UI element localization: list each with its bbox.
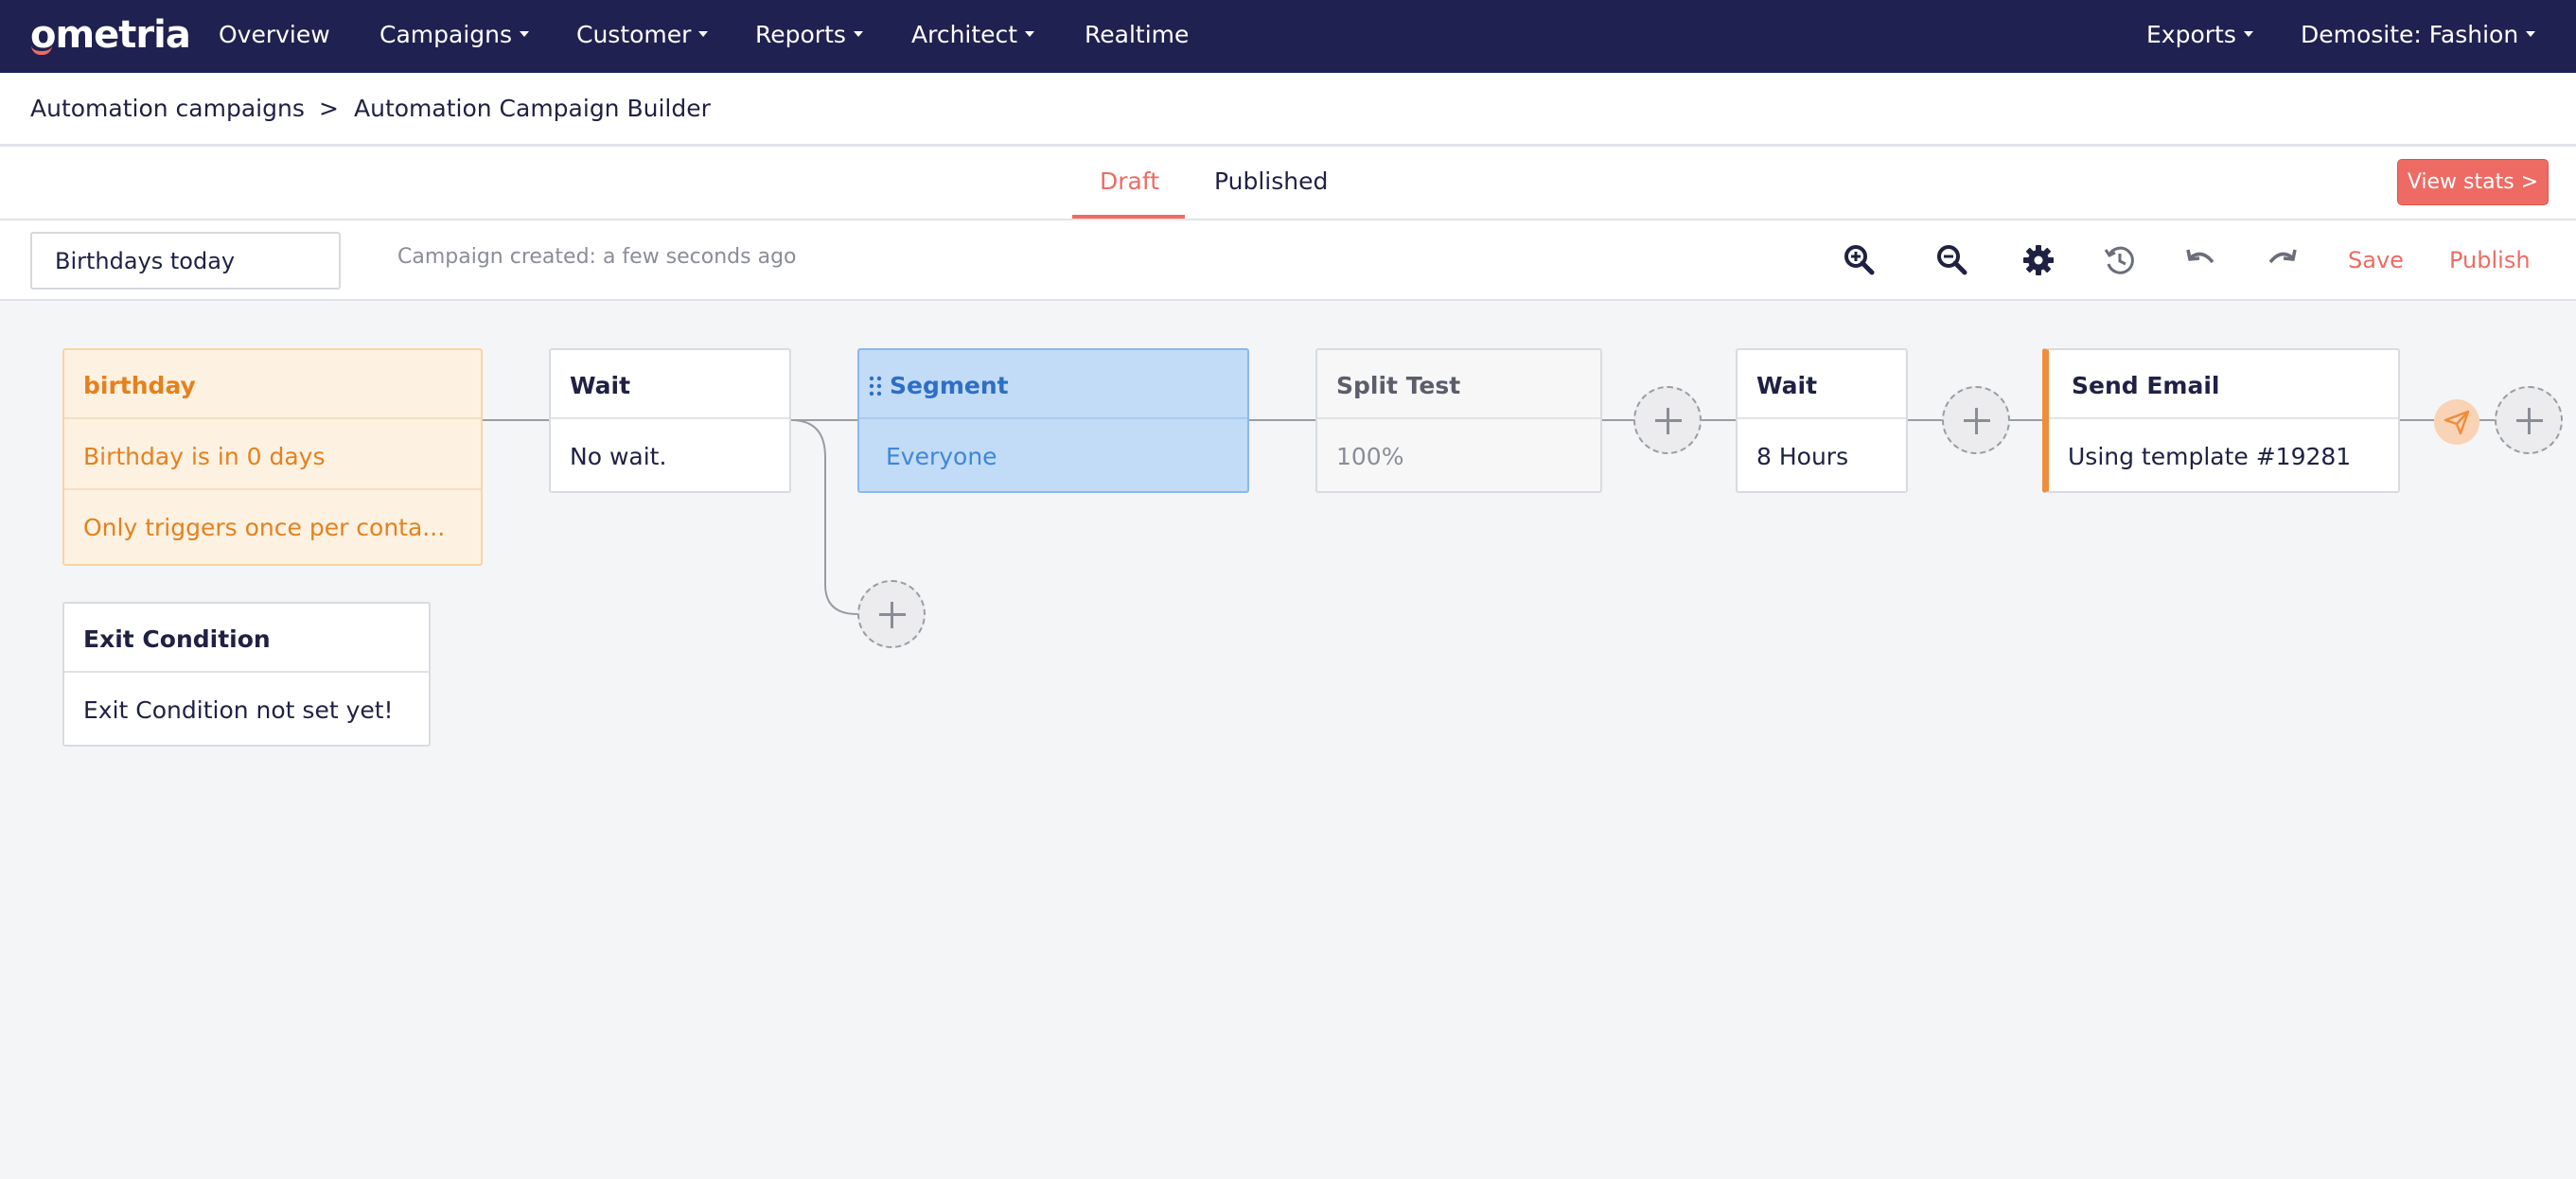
nav-overview[interactable]: Overview [219, 21, 330, 48]
active-tab-indicator [1072, 215, 1185, 219]
save-button[interactable]: Save [2348, 247, 2404, 273]
send-icon [2434, 399, 2479, 445]
workflow-canvas[interactable]: birthday Birthday is in 0 days Only trig… [0, 301, 2576, 1179]
breadcrumb-current-page: Automation Campaign Builder [354, 95, 711, 122]
caret-down-icon [520, 31, 530, 37]
zoom-out-icon[interactable] [1933, 241, 1971, 279]
segment-node-title: Segment [859, 350, 1247, 419]
nav-exports-label: Exports [2146, 21, 2236, 48]
add-step-button[interactable] [1633, 386, 1702, 454]
view-stats-button[interactable]: View stats > [2397, 159, 2549, 205]
trigger-node[interactable]: birthday Birthday is in 0 days Only trig… [62, 348, 483, 566]
split-test-percentage: 100% [1336, 443, 1404, 470]
top-navbar: ometria Overview Campaigns Customer Repo… [0, 0, 2576, 73]
wait-node-duration: 8 Hours [1756, 443, 1849, 470]
breadcrumb-automation-campaigns[interactable]: Automation campaigns [30, 95, 305, 122]
wait-node-duration: No wait. [570, 443, 667, 470]
trigger-condition: Birthday is in 0 days [64, 421, 481, 490]
split-test-title: Split Test [1317, 350, 1600, 419]
campaign-name-input[interactable] [30, 232, 341, 290]
caret-down-icon [2526, 31, 2536, 37]
nav-campaigns[interactable]: Campaigns [379, 21, 530, 48]
builder-toolbar: Campaign created: a few seconds ago [0, 220, 2576, 301]
history-icon[interactable] [2101, 241, 2139, 279]
add-step-button[interactable] [1942, 386, 2010, 454]
nav-architect-label: Architect [911, 21, 1018, 48]
exit-condition-node[interactable]: Exit Condition Exit Condition not set ye… [62, 602, 431, 747]
undo-icon[interactable] [2181, 241, 2219, 279]
wait-node[interactable]: Wait No wait. [549, 348, 791, 493]
nav-customer-label: Customer [576, 21, 692, 48]
zoom-in-icon[interactable] [1841, 241, 1879, 279]
nav-overview-label: Overview [219, 21, 330, 48]
breadcrumb-separator: > [319, 95, 339, 122]
wait-node[interactable]: Wait 8 Hours [1736, 348, 1908, 493]
send-email-title: Send Email [2049, 350, 2398, 419]
campaign-created-status: Campaign created: a few seconds ago [397, 245, 797, 269]
caret-down-icon [853, 31, 863, 37]
add-step-button[interactable] [2495, 386, 2563, 454]
nav-realtime-label: Realtime [1085, 21, 1190, 48]
nav-customer[interactable]: Customer [576, 21, 709, 48]
nav-campaigns-label: Campaigns [379, 21, 513, 48]
ometria-logo[interactable]: ometria [30, 13, 191, 57]
caret-down-icon [2243, 31, 2253, 37]
split-test-node[interactable]: Split Test 100% [1315, 348, 1602, 493]
trigger-node-title: birthday [64, 350, 481, 419]
breadcrumb: Automation campaigns > Automation Campai… [0, 73, 2576, 147]
redo-icon[interactable] [2264, 241, 2302, 279]
nav-reports-label: Reports [755, 21, 846, 48]
wait-node-title: Wait [1738, 350, 1906, 419]
send-email-node[interactable]: Send Email Using template #19281 [2042, 348, 2400, 493]
nav-exports[interactable]: Exports [2146, 21, 2253, 48]
caret-down-icon [698, 31, 709, 37]
publish-button[interactable]: Publish [2449, 247, 2531, 273]
nav-site-selector[interactable]: Demosite: Fashion [2301, 21, 2536, 48]
nav-architect[interactable]: Architect [911, 21, 1035, 48]
tab-published[interactable]: Published [1214, 167, 1328, 195]
exit-condition-title: Exit Condition [64, 604, 429, 673]
tab-bar: Draft Published View stats > [0, 147, 2576, 220]
segment-node[interactable]: Segment Everyone [857, 348, 1249, 493]
paper-plane-icon [2444, 410, 2470, 435]
exit-condition-status: Exit Condition not set yet! [83, 696, 394, 724]
trigger-frequency: Only triggers once per conta... [83, 514, 446, 541]
segment-node-audience: Everyone [886, 443, 997, 470]
tab-draft[interactable]: Draft [1100, 167, 1159, 195]
add-branch-step-button[interactable] [857, 580, 926, 648]
settings-gear-icon[interactable] [2020, 241, 2057, 279]
nav-site-label: Demosite: Fashion [2301, 21, 2519, 48]
wait-node-title: Wait [551, 350, 789, 419]
nav-realtime[interactable]: Realtime [1085, 21, 1189, 48]
nav-reports[interactable]: Reports [755, 21, 863, 48]
caret-down-icon [1025, 31, 1035, 37]
send-email-template: Using template #19281 [2068, 443, 2352, 470]
